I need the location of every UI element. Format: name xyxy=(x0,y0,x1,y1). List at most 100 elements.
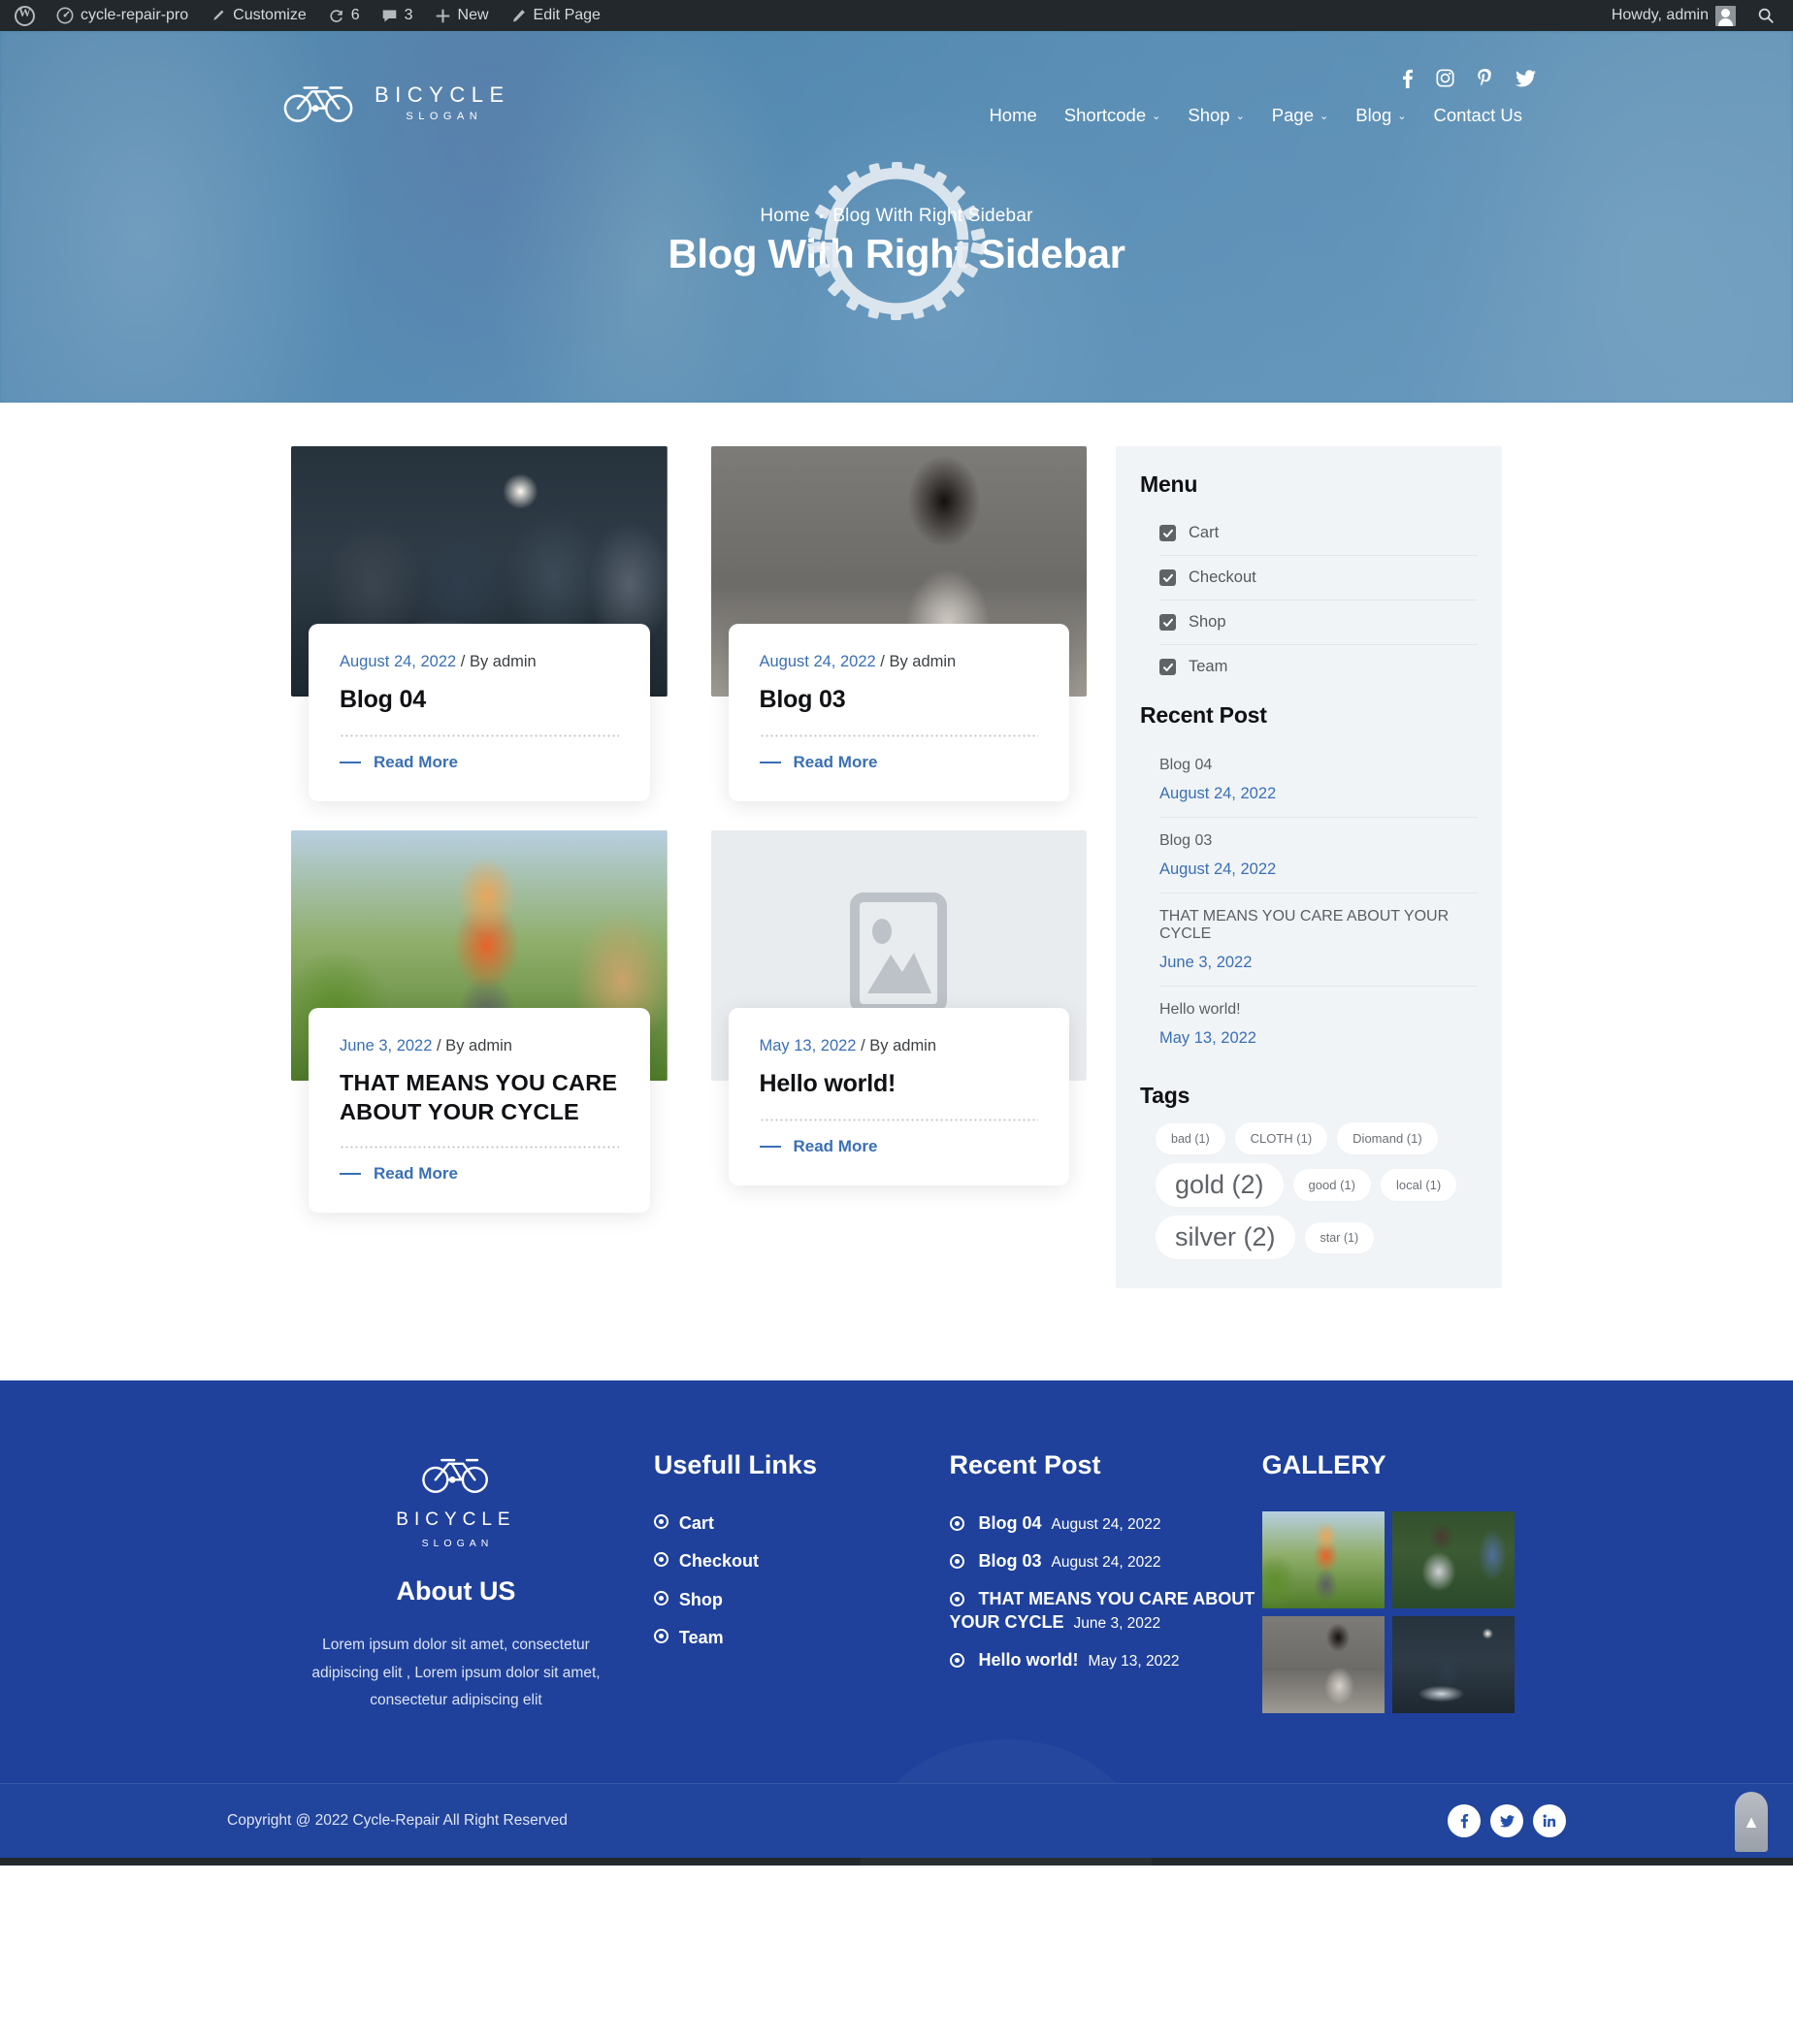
footer-bottom-bar: Copyright @ 2022 Cycle-Repair All Right … xyxy=(0,1783,1793,1859)
post-meta: August 24, 2022 / By admin xyxy=(760,653,1039,671)
tag-cloth[interactable]: CLOTH (1) xyxy=(1234,1122,1328,1154)
recent-post-item[interactable]: THAT MEANS YOU CARE ABOUT YOUR CYCLE Jun… xyxy=(1159,893,1478,987)
recent-post-item[interactable]: Blog 03 August 24, 2022 xyxy=(1159,818,1478,893)
paintbrush-icon xyxy=(210,8,226,24)
sidebar-item-cart[interactable]: Cart xyxy=(1159,511,1478,556)
nav-item-home[interactable]: Home xyxy=(975,99,1050,132)
post-title[interactable]: Blog 03 xyxy=(760,684,1039,715)
facebook-icon[interactable] xyxy=(1448,1804,1481,1838)
post-date[interactable]: August 24, 2022 xyxy=(760,653,876,670)
blog-post-card[interactable]: August 24, 2022 / By admin Blog 03 Read … xyxy=(710,446,1087,801)
gallery-item-woman-laptop-desk[interactable] xyxy=(1261,1616,1385,1713)
post-date[interactable]: May 13, 2022 xyxy=(760,1037,857,1054)
tag-star[interactable]: star (1) xyxy=(1304,1221,1375,1253)
back-to-top-button[interactable]: ▲ xyxy=(1735,1792,1768,1853)
footer-recent-title: Blog 03 xyxy=(978,1550,1042,1571)
footer-recent-item[interactable]: THAT MEANS YOU CARE ABOUT YOUR CYCLE Jun… xyxy=(949,1587,1262,1635)
post-date[interactable]: June 3, 2022 xyxy=(340,1037,432,1054)
dashboard-icon xyxy=(56,7,74,24)
nav-label: Blog xyxy=(1355,105,1392,125)
facebook-icon[interactable] xyxy=(1402,69,1414,88)
tag-silver[interactable]: silver (2) xyxy=(1156,1216,1295,1259)
search-icon xyxy=(1757,7,1775,24)
post-title[interactable]: Hello world! xyxy=(760,1068,1039,1099)
admin-search-button[interactable] xyxy=(1746,0,1785,31)
bullet-icon xyxy=(949,1653,964,1669)
footer-logo[interactable]: BICYCLE SLOGAN xyxy=(295,1450,617,1549)
footer-recent-item[interactable]: Hello world! May 13, 2022 xyxy=(949,1648,1262,1672)
bullet-icon xyxy=(653,1552,668,1568)
footer-about-heading: About US xyxy=(396,1576,516,1606)
blog-post-card[interactable]: June 3, 2022 / By admin THAT MEANS YOU C… xyxy=(291,830,668,1214)
nav-label: Shortcode xyxy=(1063,105,1147,125)
nav-item-page[interactable]: Page ⌄ xyxy=(1258,99,1342,132)
divider xyxy=(759,1119,1038,1121)
gallery-item-man-repairing-bicycle[interactable] xyxy=(1391,1511,1515,1608)
read-more-label: Read More xyxy=(374,1164,458,1184)
tag-diomand[interactable]: Diomand (1) xyxy=(1337,1122,1438,1154)
gallery-item-gardener-hedge-trimmer[interactable] xyxy=(1261,1511,1385,1608)
updates-count: 6 xyxy=(350,7,360,23)
instagram-icon[interactable] xyxy=(1436,69,1454,87)
post-meta: June 3, 2022 / By admin xyxy=(340,1037,619,1055)
twitter-icon[interactable] xyxy=(1516,69,1536,87)
footer-recent-heading: Recent Post xyxy=(949,1450,1101,1479)
footer-recent-item[interactable]: Blog 03 August 24, 2022 xyxy=(949,1549,1262,1574)
new-content-button[interactable]: New xyxy=(424,0,500,31)
tag-good[interactable]: good (1) xyxy=(1292,1169,1371,1201)
nav-item-blog[interactable]: Blog ⌄ xyxy=(1342,99,1419,132)
tag-local[interactable]: local (1) xyxy=(1380,1169,1457,1201)
updates-button[interactable]: 6 xyxy=(317,0,371,31)
comments-button[interactable]: 3 xyxy=(371,0,424,31)
footer-link-cart[interactable]: Cart xyxy=(653,1511,950,1535)
site-name-button[interactable]: cycle-repair-pro xyxy=(46,0,199,31)
checkbox-checked-icon[interactable] xyxy=(1159,659,1176,675)
bullet-icon xyxy=(949,1553,964,1569)
checkbox-checked-icon[interactable] xyxy=(1159,614,1176,631)
read-more-link[interactable]: Read More xyxy=(340,753,619,772)
nav-label: Contact Us xyxy=(1433,105,1522,125)
twitter-icon[interactable] xyxy=(1490,1804,1523,1838)
footer-recent-date: August 24, 2022 xyxy=(1051,1553,1161,1571)
nav-item-contact-us[interactable]: Contact Us xyxy=(1419,99,1536,132)
footer-recent-date: May 13, 2022 xyxy=(1088,1653,1180,1671)
checkbox-checked-icon[interactable] xyxy=(1159,525,1176,541)
footer-link-team[interactable]: Team xyxy=(653,1626,950,1649)
account-menu[interactable]: Howdy, admin xyxy=(1601,0,1746,31)
tag-bad[interactable]: bad (1) xyxy=(1156,1122,1225,1154)
nav-item-shortcode[interactable]: Shortcode ⌄ xyxy=(1051,99,1175,132)
bullet-icon xyxy=(949,1516,964,1531)
edit-page-button[interactable]: Edit Page xyxy=(500,0,611,31)
footer-link-shop[interactable]: Shop xyxy=(653,1588,950,1611)
recent-post-item[interactable]: Blog 04 August 24, 2022 xyxy=(1159,742,1478,818)
post-title[interactable]: Blog 04 xyxy=(340,684,619,715)
recent-post-item[interactable]: Hello world! May 13, 2022 xyxy=(1159,987,1478,1061)
linkedin-icon[interactable] xyxy=(1533,1804,1566,1838)
plus-icon xyxy=(435,8,451,24)
checkbox-checked-icon[interactable] xyxy=(1159,569,1176,586)
updates-icon xyxy=(328,8,344,24)
nav-item-shop[interactable]: Shop ⌄ xyxy=(1174,99,1257,132)
breadcrumb-home-link[interactable]: Home xyxy=(760,206,809,227)
footer-link-checkout[interactable]: Checkout xyxy=(653,1549,950,1573)
blog-post-card[interactable]: May 13, 2022 / By admin Hello world! Rea… xyxy=(710,830,1087,1213)
post-date[interactable]: August 24, 2022 xyxy=(340,653,456,670)
post-author: / By admin xyxy=(880,653,957,670)
wordpress-logo-button[interactable] xyxy=(4,0,46,31)
sidebar-item-team[interactable]: Team xyxy=(1159,645,1478,689)
recent-post-date: May 13, 2022 xyxy=(1159,1029,1256,1047)
footer-recent-item[interactable]: Blog 04 August 24, 2022 xyxy=(949,1511,1262,1536)
read-more-link[interactable]: Read More xyxy=(759,1137,1039,1156)
customize-button[interactable]: Customize xyxy=(199,0,317,31)
site-logo[interactable]: BICYCLE SLOGAN xyxy=(281,78,510,129)
sidebar-menu-list: Cart Checkout Shop Team xyxy=(1140,511,1478,689)
blog-post-card[interactable]: August 24, 2022 / By admin Blog 04 Read … xyxy=(291,446,668,801)
read-more-link[interactable]: Read More xyxy=(340,1164,619,1184)
read-more-link[interactable]: Read More xyxy=(759,753,1039,772)
pinterest-icon[interactable] xyxy=(1477,68,1493,88)
sidebar-item-shop[interactable]: Shop xyxy=(1159,600,1478,645)
tag-gold[interactable]: gold (2) xyxy=(1156,1163,1284,1207)
gallery-item-meeting-room-team[interactable] xyxy=(1391,1616,1515,1713)
sidebar-item-checkout[interactable]: Checkout xyxy=(1159,556,1478,600)
post-title[interactable]: THAT MEANS YOU CARE ABOUT YOUR CYCLE xyxy=(340,1068,619,1126)
